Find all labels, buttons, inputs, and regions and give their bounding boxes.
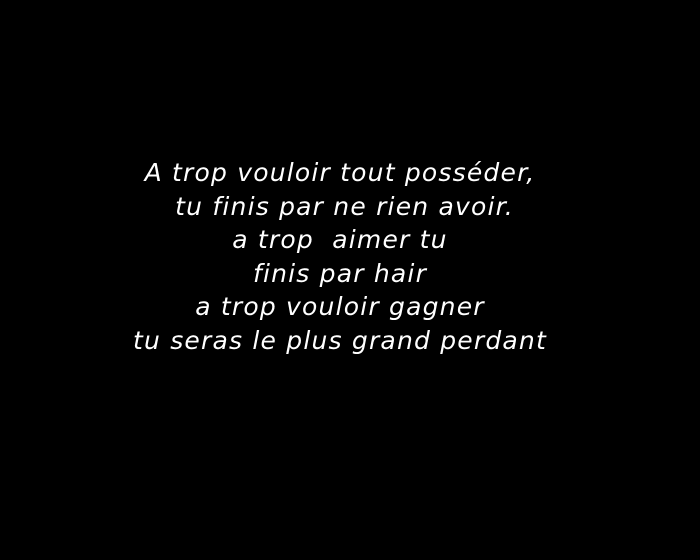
poem-line-6: tu seras le plus grand perdant (133, 325, 547, 355)
poem-line-4: finis par hair (252, 258, 428, 288)
poem-text-block: A trop vouloir tout posséder, tu finis p… (0, 156, 680, 357)
poem-line-1: A trop vouloir tout posséder, (144, 158, 536, 187)
poem-line-5: a trop vouloir gagner (195, 292, 485, 321)
poem-line-2: tu finis par ne rien avoir. (166, 191, 514, 221)
page: { "colors": { "background": "#000000", "… (0, 0, 700, 560)
poem-line-3: a trop aimer tu (232, 225, 448, 254)
